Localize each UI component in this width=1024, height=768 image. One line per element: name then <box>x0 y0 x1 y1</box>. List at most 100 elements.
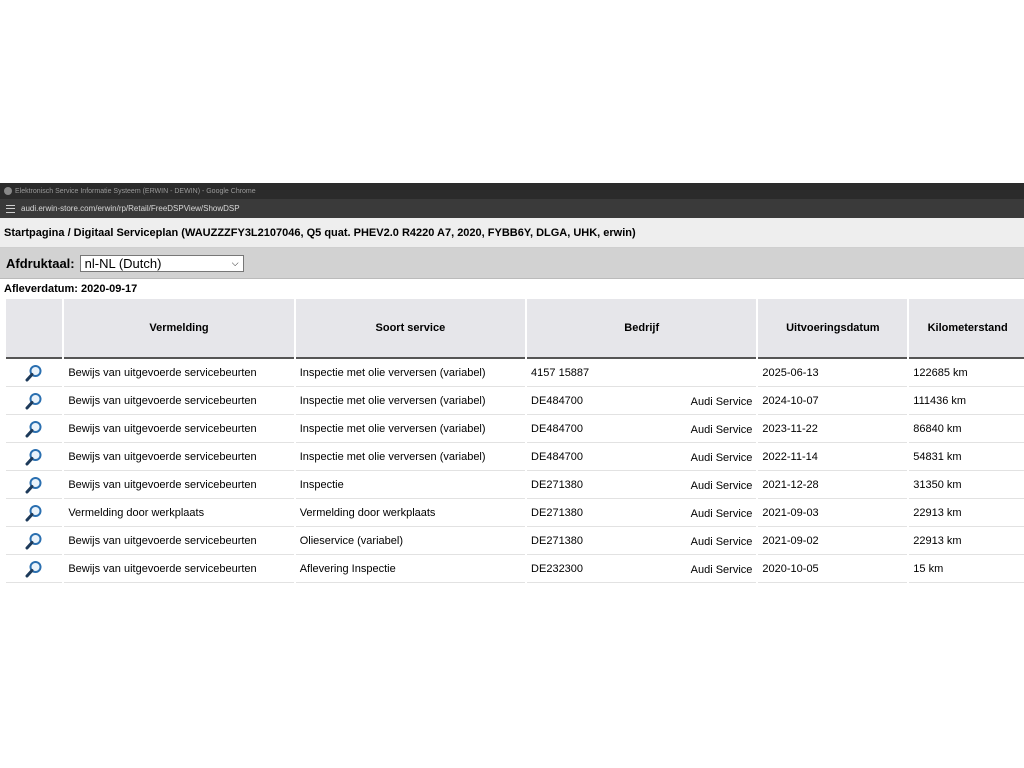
row-entry: Bewijs van uitgevoerde servicebeurten <box>64 471 294 499</box>
magnifier-icon[interactable] <box>25 448 43 466</box>
row-date: 2023-11-22 <box>758 415 908 443</box>
row-date: 2022-11-14 <box>758 443 908 471</box>
table-row: Bewijs van uitgevoerde servicebeurten Af… <box>6 555 1024 583</box>
row-company-id: 4157 15887 <box>531 366 590 379</box>
row-service: Inspectie met olie verversen (variabel) <box>295 359 526 387</box>
view-cell[interactable] <box>6 471 63 499</box>
row-date: 2021-12-28 <box>758 471 908 499</box>
language-select[interactable]: nl-NL (Dutch) ⌵ <box>79 254 244 272</box>
service-table: Vermelding Soort service Bedrijf Uitvoer… <box>4 299 1024 583</box>
window-titlebar: Elektronisch Service Informatie Systeem … <box>0 183 1024 199</box>
header-soort-service[interactable]: Soort service <box>295 299 526 359</box>
row-service: Aflevering Inspectie <box>295 555 526 583</box>
magnifier-icon[interactable] <box>25 420 43 438</box>
chrome-icon <box>4 187 12 195</box>
row-company-id: DE271380 <box>531 534 584 547</box>
row-date: 2020-10-05 <box>758 555 908 583</box>
row-date: 2021-09-03 <box>758 499 908 527</box>
row-company-name: Audi Service <box>690 535 753 548</box>
row-date: 2025-06-13 <box>758 359 908 387</box>
row-km: 86840 km <box>909 415 1024 443</box>
header-bedrijf[interactable]: Bedrijf <box>527 299 757 359</box>
chevron-down-icon: ⌵ <box>231 257 239 268</box>
view-cell[interactable] <box>6 499 63 527</box>
row-service: Inspectie <box>295 471 526 499</box>
row-km: 15 km <box>909 555 1024 583</box>
row-company-id: DE271380 <box>531 478 584 491</box>
row-company: DE271380 Audi Service <box>527 471 757 499</box>
row-service: Inspectie met olie verversen (variabel) <box>295 415 526 443</box>
row-entry: Bewijs van uitgevoerde servicebeurten <box>64 359 294 387</box>
row-company: DE232300 Audi Service <box>527 555 757 583</box>
row-entry: Bewijs van uitgevoerde servicebeurten <box>64 555 294 583</box>
row-company-name: Audi Service <box>690 507 753 520</box>
magnifier-icon[interactable] <box>25 364 43 382</box>
table-row: Bewijs van uitgevoerde servicebeurten In… <box>6 443 1024 471</box>
magnifier-icon[interactable] <box>25 504 43 522</box>
row-km: 122685 km <box>909 359 1024 387</box>
row-entry: Bewijs van uitgevoerde servicebeurten <box>64 387 294 415</box>
magnifier-icon[interactable] <box>25 560 43 578</box>
view-cell[interactable] <box>6 387 63 415</box>
tune-icon[interactable] <box>6 204 15 213</box>
header-uitvoeringsdatum[interactable]: Uitvoeringsdatum <box>758 299 908 359</box>
row-company-name: Audi Service <box>690 395 753 408</box>
table-row: Vermelding door werkplaats Vermelding do… <box>6 499 1024 527</box>
row-company: DE484700 Audi Service <box>527 415 757 443</box>
view-cell[interactable] <box>6 527 63 555</box>
magnifier-icon[interactable] <box>25 476 43 494</box>
row-company: DE271380 Audi Service <box>527 527 757 555</box>
row-entry: Bewijs van uitgevoerde servicebeurten <box>64 415 294 443</box>
view-cell[interactable] <box>6 415 63 443</box>
breadcrumb-text[interactable]: Startpagina / Digitaal Serviceplan (WAUZ… <box>4 227 636 239</box>
address-bar[interactable]: audi.erwin-store.com/erwin/rp/Retail/Fre… <box>0 199 1024 218</box>
breadcrumb: Startpagina / Digitaal Serviceplan (WAUZ… <box>0 218 1024 248</box>
row-km: 22913 km <box>909 499 1024 527</box>
row-company-name: Audi Service <box>690 479 753 492</box>
table-header-row: Vermelding Soort service Bedrijf Uitvoer… <box>6 299 1024 359</box>
table-row: Bewijs van uitgevoerde servicebeurten In… <box>6 415 1024 443</box>
row-km: 54831 km <box>909 443 1024 471</box>
row-company: DE484700 Audi Service <box>527 443 757 471</box>
row-entry: Vermelding door werkplaats <box>64 499 294 527</box>
row-company-id: DE271380 <box>531 506 584 519</box>
row-service: Inspectie met olie verversen (variabel) <box>295 443 526 471</box>
row-company: DE271380 Audi Service <box>527 499 757 527</box>
table-row: Bewijs van uitgevoerde servicebeurten In… <box>6 471 1024 499</box>
header-icon-column <box>6 299 63 359</box>
row-service: Vermelding door werkplaats <box>295 499 526 527</box>
table-row: Bewijs van uitgevoerde servicebeurten Ol… <box>6 527 1024 555</box>
delivery-date: Afleverdatum: 2020-09-17 <box>4 283 138 295</box>
row-company: 4157 15887 <box>527 359 757 387</box>
row-km: 31350 km <box>909 471 1024 499</box>
row-company-id: DE484700 <box>531 450 584 463</box>
screenshot-area: Elektronisch Service Informatie Systeem … <box>0 183 1024 585</box>
row-service: Inspectie met olie verversen (variabel) <box>295 387 526 415</box>
row-entry: Bewijs van uitgevoerde servicebeurten <box>64 527 294 555</box>
magnifier-icon[interactable] <box>25 532 43 550</box>
table-row: Bewijs van uitgevoerde servicebeurten In… <box>6 387 1024 415</box>
row-entry: Bewijs van uitgevoerde servicebeurten <box>64 443 294 471</box>
url-text[interactable]: audi.erwin-store.com/erwin/rp/Retail/Fre… <box>21 204 240 213</box>
row-company-id: DE484700 <box>531 422 584 435</box>
language-bar: Afdruktaal: nl-NL (Dutch) ⌵ <box>0 248 1024 279</box>
view-cell[interactable] <box>6 555 63 583</box>
row-company-name: Audi Service <box>690 563 753 576</box>
header-vermelding[interactable]: Vermelding <box>64 299 294 359</box>
row-km: 22913 km <box>909 527 1024 555</box>
magnifier-icon[interactable] <box>25 392 43 410</box>
row-company-id: DE484700 <box>531 394 584 407</box>
table-row: Bewijs van uitgevoerde servicebeurten In… <box>6 359 1024 387</box>
language-selected-value: nl-NL (Dutch) <box>84 255 162 271</box>
row-date: 2021-09-02 <box>758 527 908 555</box>
row-company-id: DE232300 <box>531 562 584 575</box>
row-km: 111436 km <box>909 387 1024 415</box>
window-title: Elektronisch Service Informatie Systeem … <box>15 187 256 195</box>
row-company: DE484700 Audi Service <box>527 387 757 415</box>
view-cell[interactable] <box>6 443 63 471</box>
row-company-name: Audi Service <box>690 423 753 436</box>
row-company-name: Audi Service <box>690 451 753 464</box>
header-kilometerstand[interactable]: Kilometerstand <box>909 299 1024 359</box>
view-cell[interactable] <box>6 359 63 387</box>
row-date: 2024-10-07 <box>758 387 908 415</box>
